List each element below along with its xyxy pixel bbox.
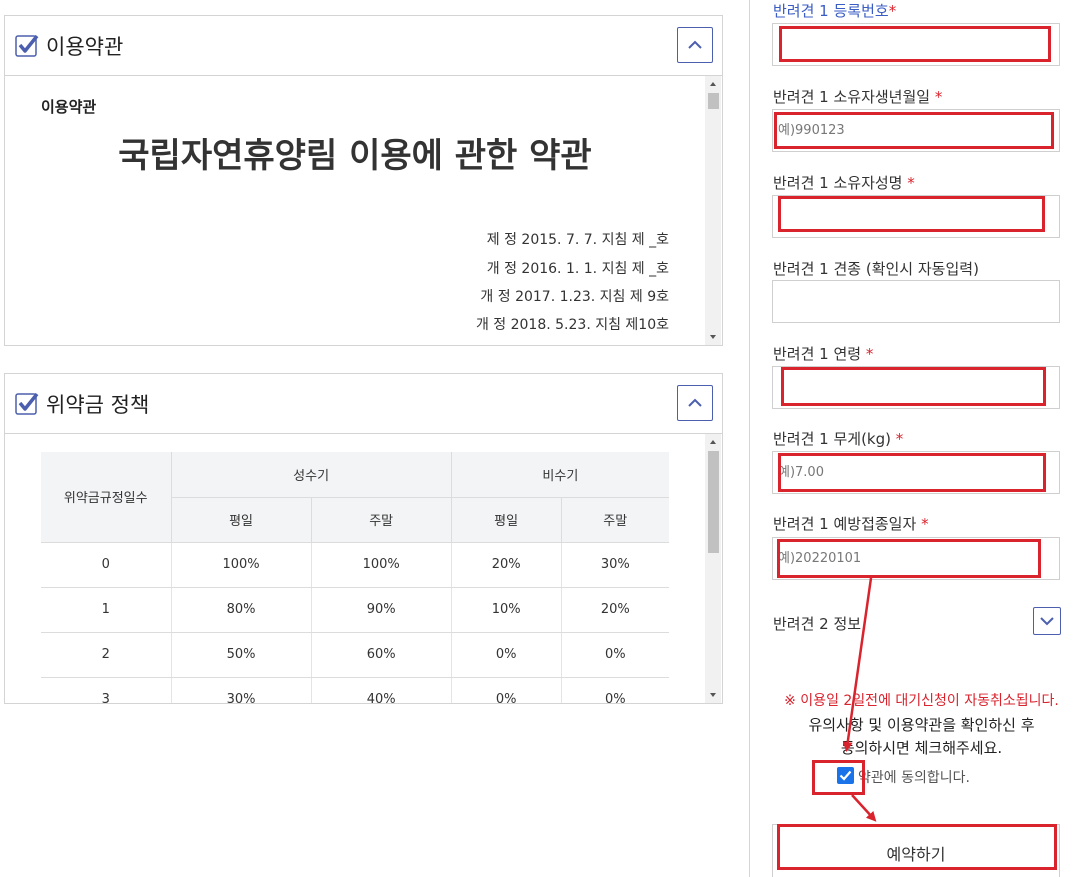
table-cell: 50%: [170, 632, 312, 678]
chevron-down-icon: [1040, 617, 1054, 626]
terms-content[interactable]: 이용약관 국립자연휴양림 이용에 관한 약관 제 정 2015. 7. 7. 지…: [5, 76, 722, 345]
penalty-scrollbar[interactable]: [705, 434, 721, 703]
header-offpeak: 비수기: [450, 452, 669, 498]
header-days: 위약금규정일수: [41, 452, 171, 543]
table-cell: 30%: [170, 677, 312, 703]
table-row: 2 50% 60% 0% 0%: [41, 632, 669, 678]
terms-panel: 이용약관 이용약관 국립자연휴양림 이용에 관한 약관 제 정 2015. 7.…: [4, 15, 723, 346]
penalty-content[interactable]: 위약금규정일수 성수기 비수기 평일 주말 평일 주말 0 100% 100% …: [5, 434, 722, 703]
age-input[interactable]: [772, 366, 1060, 409]
table-cell: 100%: [170, 542, 312, 588]
owner-birth-label: 반려견 1 소유자생년월일 *: [773, 88, 943, 106]
scroll-down-icon[interactable]: [710, 335, 716, 339]
owner-name-input[interactable]: [772, 195, 1060, 238]
terms-collapse-button[interactable]: [677, 27, 713, 63]
terms-document-title: 국립자연휴양림 이용에 관한 약관: [118, 136, 592, 176]
penalty-panel: 위약금 정책 위약금규정일수 성수기 비수기 평일 주말 평일 주말 0 100…: [4, 373, 723, 704]
table-cell: 40%: [310, 677, 452, 703]
table-cell: 30%: [560, 542, 669, 588]
vaccination-label: 반려견 1 예방접종일자 *: [773, 515, 929, 533]
table-cell: 2: [41, 632, 171, 678]
table-cell: 3: [41, 677, 171, 703]
cancel-notice: ※ 이용일 2일전에 대기신청이 자동취소됩니다.: [784, 693, 1059, 709]
reserve-button[interactable]: 예약하기: [772, 824, 1060, 877]
checkmark-icon[interactable]: [15, 33, 39, 57]
table-row: 1 80% 90% 10% 20%: [41, 587, 669, 633]
table-cell: 10%: [450, 587, 562, 633]
agree-notice-line1: 유의사항 및 이용약관을 확인하신 후: [808, 716, 1035, 734]
terms-panel-title: 이용약관: [46, 35, 124, 59]
checkmark-icon: [839, 770, 852, 781]
dog2-expand-button[interactable]: [1033, 607, 1061, 635]
table-cell: 0%: [560, 632, 669, 678]
header-peak: 성수기: [170, 452, 452, 498]
table-cell: 0%: [450, 632, 562, 678]
penalty-panel-title: 위약금 정책: [46, 393, 150, 417]
table-cell: 80%: [170, 587, 312, 633]
dog2-info-label: 반려견 2 정보: [773, 615, 862, 633]
table-cell: 0%: [560, 677, 669, 703]
revision-line: 개 정 2016. 1. 1. 지침 제 _호: [486, 261, 669, 277]
table-row: 3 30% 40% 0% 0%: [41, 677, 669, 703]
breed-input[interactable]: [772, 280, 1060, 323]
table-cell: 0: [41, 542, 171, 588]
scroll-down-icon[interactable]: [710, 693, 716, 697]
penalty-panel-header: 위약금 정책: [5, 374, 722, 434]
terms-panel-header: 이용약관: [5, 16, 722, 76]
owner-birth-input[interactable]: [772, 109, 1060, 152]
table-cell: 100%: [310, 542, 452, 588]
age-label: 반려견 1 연령 *: [773, 345, 874, 363]
terms-scrollbar[interactable]: [705, 76, 721, 345]
table-cell: 20%: [450, 542, 562, 588]
revision-line: 제 정 2015. 7. 7. 지침 제 _호: [486, 232, 669, 248]
table-row: 0 100% 100% 20% 30%: [41, 542, 669, 588]
owner-name-label: 반려견 1 소유자성명 *: [773, 174, 915, 192]
reservation-form: 반려견 1 등록번호* 반려견 1 소유자생년월일 * 반려견 1 소유자성명 …: [749, 0, 1092, 877]
penalty-collapse-button[interactable]: [677, 385, 713, 421]
table-cell: 20%: [560, 587, 669, 633]
scroll-thumb[interactable]: [708, 451, 719, 553]
checkmark-icon[interactable]: [15, 391, 39, 415]
chevron-up-icon: [688, 40, 702, 49]
header-peak-weekend: 주말: [310, 497, 452, 543]
breed-label: 반려견 1 견종 (확인시 자동입력): [773, 260, 979, 278]
agree-notice-line2: 동의하시면 체크해주세요.: [840, 739, 1003, 757]
weight-label: 반려견 1 무게(kg) *: [773, 430, 904, 448]
header-peak-weekday: 평일: [170, 497, 312, 543]
scroll-up-icon[interactable]: [710, 82, 716, 86]
scroll-up-icon[interactable]: [710, 440, 716, 444]
penalty-table: 위약금규정일수 성수기 비수기 평일 주말 평일 주말 0 100% 100% …: [41, 452, 669, 703]
revision-line: 개 정 2018. 5.23. 지침 제10호: [475, 317, 669, 333]
header-offpeak-weekday: 평일: [450, 497, 562, 543]
table-cell: 0%: [450, 677, 562, 703]
reg-number-input[interactable]: [772, 23, 1060, 66]
vaccination-input[interactable]: [772, 537, 1060, 580]
table-cell: 1: [41, 587, 171, 633]
agree-checkbox[interactable]: [837, 767, 854, 784]
weight-input[interactable]: [772, 451, 1060, 494]
terms-small-title: 이용약관: [41, 98, 97, 116]
agree-label[interactable]: 약관에 동의합니다.: [858, 767, 970, 787]
table-cell: 90%: [310, 587, 452, 633]
reg-number-label: 반려견 1 등록번호*: [773, 2, 897, 20]
chevron-up-icon: [688, 398, 702, 407]
header-offpeak-weekend: 주말: [560, 497, 669, 543]
scroll-thumb[interactable]: [708, 93, 719, 109]
table-cell: 60%: [310, 632, 452, 678]
revision-line: 개 정 2017. 1.23. 지침 제 9호: [480, 289, 669, 305]
